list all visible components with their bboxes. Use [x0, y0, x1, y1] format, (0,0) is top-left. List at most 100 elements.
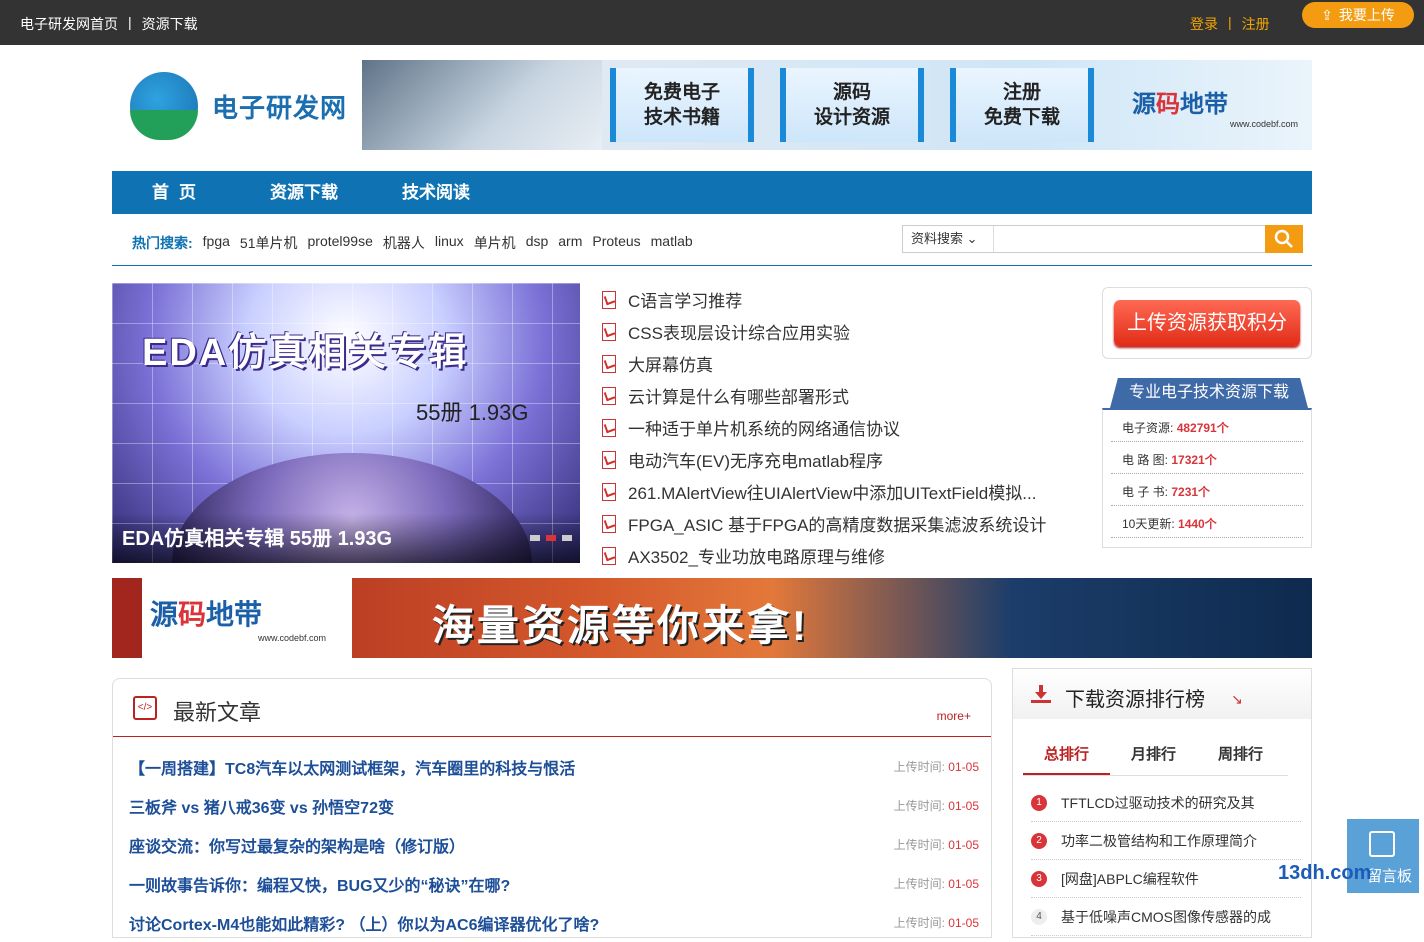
latest-articles: </> 最新文章 more+ 【一周搭建】TC8汽车以太网测试框架，汽车圈里的科…	[112, 678, 992, 938]
home-link[interactable]: 电子研发网首页	[20, 14, 118, 34]
login-link[interactable]: 登录	[1190, 14, 1218, 34]
hot-search-bar: 热门搜索: fpga 51单片机 protel99se 机器人 linux 单片…	[112, 214, 1312, 266]
article-title[interactable]: 一则故事告诉你：编程又快，BUG又少的“秘诀”在哪?	[129, 872, 510, 896]
stat-value: 482791个	[1176, 421, 1229, 435]
featured-slider[interactable]: EDA仿真相关专辑 55册 1.93G EDA仿真相关专辑 55册 1.93G	[112, 283, 580, 563]
article-date: 上传时间: 01-05	[894, 836, 979, 853]
tab-month[interactable]: 月排行	[1110, 739, 1197, 775]
download-link[interactable]: 资源下载	[142, 14, 198, 34]
upload-button[interactable]: ⇪ 我要上传	[1302, 2, 1414, 28]
list-item-title: 一种适于单片机系统的网络通信协议	[628, 419, 900, 439]
ad-banner[interactable]: 源码地带 www.codebf.com 海量资源等你来拿!	[112, 578, 1312, 658]
stat-value: 17321个	[1171, 453, 1217, 467]
ranking-item-title: 基于低噪声CMOS图像传感器的成	[1061, 908, 1271, 925]
article-row[interactable]: 一则故事告诉你：编程又快，BUG又少的“秘诀”在哪? 上传时间: 01-05	[113, 864, 991, 903]
list-item[interactable]: 261.MAlertView往UIAlertView中添加UITextField…	[600, 475, 1070, 507]
upload-points-button[interactable]: 上传资源获取积分	[1114, 300, 1300, 346]
list-item[interactable]: CSS表现层设计综合应用实验	[600, 315, 1070, 347]
ranking-item-title: [网盘]ABPLC编程软件	[1061, 870, 1199, 887]
brand-char: 源	[1132, 91, 1156, 118]
stat-row: 电 子 书: 7231个	[1111, 474, 1303, 506]
ranking-tabs: 总排行 月排行 周排行	[1023, 739, 1288, 776]
list-item[interactable]: 大屏幕仿真	[600, 347, 1070, 379]
ad-brand-logo: 源码地带 www.codebf.com	[112, 578, 352, 658]
pdf-icon	[600, 290, 616, 309]
article-title[interactable]: 三板斧 vs 猪八戒36变 vs 孙悟空72变	[129, 794, 394, 818]
site-logo[interactable]: 电子研发网	[130, 72, 350, 142]
slider-title: EDA仿真相关专辑	[142, 332, 469, 374]
brand-char: 码	[178, 599, 207, 630]
pdf-icon	[600, 386, 616, 405]
hot-keyword[interactable]: arm	[558, 233, 582, 253]
stat-label: 电子资源:	[1122, 421, 1174, 435]
nav-item-download[interactable]: 资源下载	[238, 171, 370, 214]
list-item[interactable]: 电动汽车(EV)无序充电matlab程序	[600, 443, 1070, 475]
article-title[interactable]: 【一周搭建】TC8汽车以太网测试框架，汽车圈里的科技与恨活	[129, 755, 575, 779]
hot-keyword[interactable]: dsp	[526, 233, 549, 253]
tab-total[interactable]: 总排行	[1023, 739, 1110, 775]
ranking-item[interactable]: 3 [网盘]ABPLC编程软件	[1031, 860, 1301, 898]
article-date: 上传时间: 01-05	[894, 914, 979, 931]
hot-keyword[interactable]: protel99se	[308, 233, 373, 253]
list-item[interactable]: 一种适于单片机系统的网络通信协议	[600, 411, 1070, 443]
nav-item-home[interactable]: 首页	[112, 171, 238, 214]
pdf-icon	[600, 450, 616, 469]
article-row[interactable]: 三板斧 vs 猪八戒36变 vs 孙悟空72变 上传时间: 01-05	[113, 786, 991, 825]
hot-keyword[interactable]: Proteus	[592, 233, 640, 253]
stats-title: 专业电子技术资源下载	[1110, 378, 1308, 408]
upload-icon: ⇪	[1321, 6, 1333, 23]
ranking-item[interactable]: 1 TFTLCD过驱动技术的研究及其	[1031, 784, 1301, 822]
list-item-title: AX3502_专业功放电路原理与维修	[628, 547, 885, 567]
tab-week[interactable]: 周排行	[1197, 739, 1284, 775]
brand-char: 地带	[206, 599, 263, 630]
hot-keyword[interactable]: 51单片机	[240, 233, 298, 253]
nav-item-reading[interactable]: 技术阅读	[370, 171, 502, 214]
article-row[interactable]: 座谈交流：你写过最复杂的架构是啥（修订版） 上传时间: 01-05	[113, 825, 991, 864]
list-item[interactable]: 云计算是什么有哪些部署形式	[600, 379, 1070, 411]
list-item-title: C语言学习推荐	[628, 291, 743, 311]
search-button[interactable]	[1265, 225, 1303, 253]
date-value: 01-05	[948, 799, 979, 813]
banner-box-line: 免费下载	[983, 107, 1060, 128]
banner-box-source[interactable]: 源码 设计资源	[780, 68, 924, 142]
list-item-title: CSS表现层设计综合应用实验	[628, 323, 850, 343]
slider-dot[interactable]	[530, 535, 540, 541]
date-label: 上传时间:	[893, 877, 945, 891]
hot-keyword[interactable]: fpga	[203, 233, 230, 253]
article-row[interactable]: 【一周搭建】TC8汽车以太网测试框架，汽车圈里的科技与恨活 上传时间: 01-05	[113, 747, 991, 786]
top-banner[interactable]: 免费电子 技术书籍 源码 设计资源 注册 免费下载 源码地带 www.codebf.c…	[362, 60, 1312, 150]
hot-keyword[interactable]: 单片机	[474, 233, 516, 253]
ranking-item[interactable]: 2 功率二极管结构和工作原理简介	[1031, 822, 1301, 860]
article-title[interactable]: 座谈交流：你写过最复杂的架构是啥（修订版）	[129, 833, 465, 857]
hand-image	[362, 60, 602, 150]
list-item[interactable]: C语言学习推荐	[600, 283, 1070, 315]
list-item-title: 电动汽车(EV)无序充电matlab程序	[628, 451, 884, 471]
stat-label: 电 路 图:	[1122, 453, 1169, 467]
article-row[interactable]: 讨论Cortex-M4也能如此精彩? （上）你以为AC6编译器优化了啥? 上传时间…	[113, 903, 991, 942]
ranking-title: 下载资源排行榜	[1065, 689, 1205, 711]
slider-dot[interactable]	[562, 535, 572, 541]
hot-keyword[interactable]: linux	[435, 233, 464, 253]
banner-box-register[interactable]: 注册 免费下载	[950, 68, 1094, 142]
resource-list: C语言学习推荐 CSS表现层设计综合应用实验 大屏幕仿真 云计算是什么有哪些部署…	[600, 283, 1070, 571]
banner-box-books[interactable]: 免费电子 技术书籍	[610, 68, 754, 142]
register-link[interactable]: 注册	[1242, 14, 1270, 34]
hot-keyword[interactable]: 机器人	[383, 233, 425, 253]
list-item[interactable]: AX3502_专业功放电路原理与维修	[600, 539, 1070, 571]
logo-graph-icon	[130, 72, 198, 140]
search-box: 资料搜索 ⌄	[902, 225, 1303, 253]
ad-slogan: 海量资源等你来拿!	[432, 602, 809, 649]
slider-dot-active[interactable]	[546, 535, 556, 541]
search-input[interactable]	[993, 226, 1263, 252]
article-title[interactable]: 讨论Cortex-M4也能如此精彩? （上）你以为AC6编译器优化了啥?	[129, 911, 599, 935]
search-type-select[interactable]: 资料搜索 ⌄	[903, 226, 993, 252]
separator: |	[1228, 14, 1232, 30]
list-item[interactable]: FPGA_ASIC 基于FPGA的高精度数据采集滤波系统设计	[600, 507, 1070, 539]
hot-keyword[interactable]: matlab	[651, 233, 693, 253]
ranking-item[interactable]: 4 基于低噪声CMOS图像传感器的成	[1031, 898, 1301, 936]
stat-row: 电 路 图: 17321个	[1111, 442, 1303, 474]
stat-row: 10天更新: 1440个	[1111, 506, 1303, 538]
banner-box-line: 免费电子	[643, 82, 720, 103]
banner-box-line: 注册	[1002, 82, 1041, 103]
more-link[interactable]: more+	[937, 709, 971, 723]
